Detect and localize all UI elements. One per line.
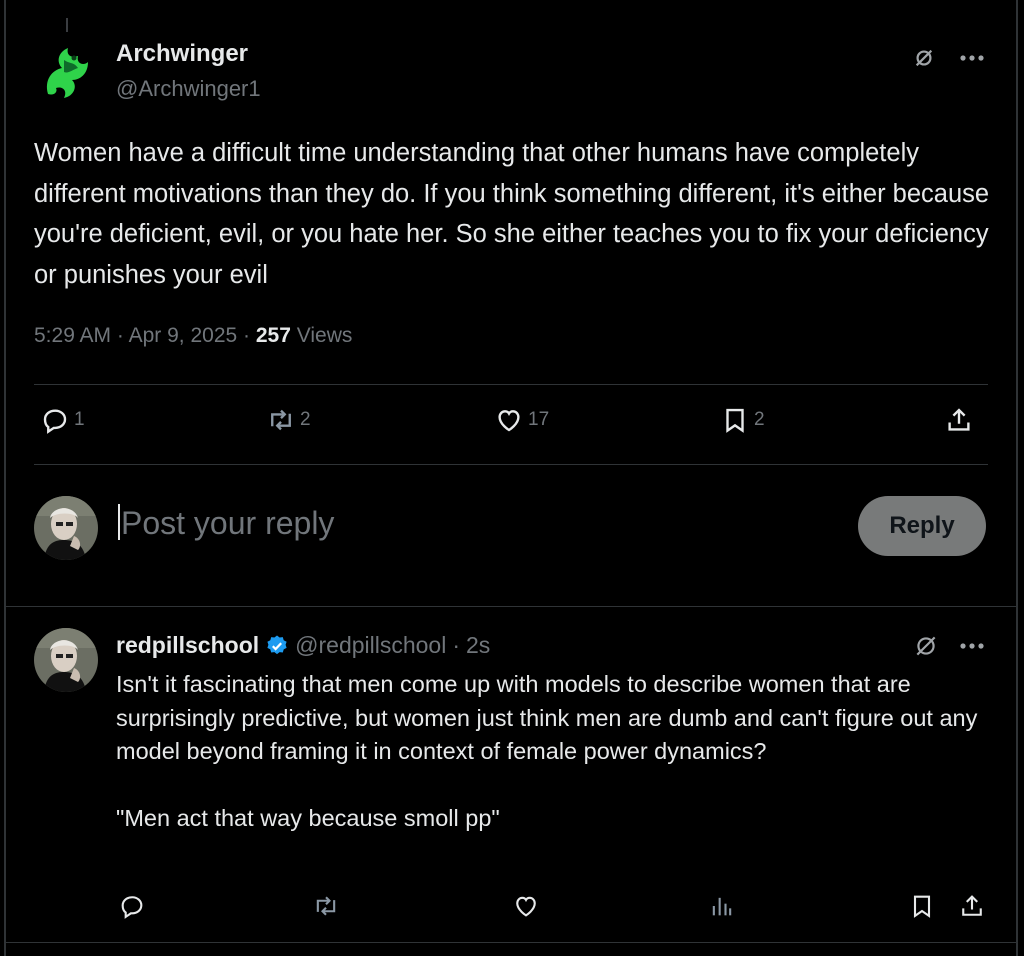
like-count: 17	[528, 409, 550, 430]
reply-share-action[interactable]	[958, 892, 986, 925]
reply-like-action[interactable]	[512, 892, 540, 925]
reply-analytics-action[interactable]	[708, 892, 736, 925]
repost-action[interactable]: 2	[266, 405, 311, 435]
tweet-date[interactable]: Apr 9, 2025	[129, 324, 238, 347]
reply-icon	[121, 896, 143, 919]
bookmark-icon	[726, 408, 744, 433]
reply-input[interactable]: Post your reply	[118, 504, 334, 542]
current-user-avatar[interactable]	[34, 496, 98, 560]
tweet-meta: 5:29 AM · Apr 9, 2025 · 257 Views	[34, 324, 352, 348]
verified-badge-icon	[267, 635, 287, 654]
views-count: 257	[255, 324, 291, 347]
reply-separator: ·	[452, 632, 461, 658]
tweet-text: Women have a difficult time understandin…	[34, 139, 990, 289]
more-icon[interactable]	[958, 632, 986, 660]
reply-action[interactable]: 1	[40, 405, 85, 435]
divider	[6, 942, 1016, 943]
tweet-action-bar: 1 2 17 2	[34, 405, 984, 449]
reply-bookmark-action[interactable]	[908, 892, 936, 925]
reply-text: Isn't it fascinating that men come up wi…	[116, 671, 978, 831]
share-icon	[948, 408, 970, 431]
bookmark-count: 2	[754, 409, 765, 430]
reply-author-handle[interactable]: @redpillschool	[295, 632, 446, 659]
share-icon	[962, 895, 982, 916]
analytics-icon	[712, 897, 732, 916]
views-label: Views	[296, 324, 353, 347]
meta-separator: ·	[243, 324, 251, 347]
reply-button[interactable]: Reply	[858, 496, 986, 556]
bookmark-action[interactable]: 2	[720, 405, 765, 435]
repost-count: 2	[300, 409, 311, 430]
reply-icon	[43, 409, 67, 434]
reply-author-avatar[interactable]	[34, 628, 98, 692]
reply-reply-action[interactable]	[118, 892, 146, 925]
reply-top-actions	[912, 632, 986, 660]
meta-separator: ·	[116, 324, 124, 347]
thread-line	[66, 18, 68, 32]
reply-input-placeholder: Post your reply	[121, 505, 335, 541]
reply-count: 1	[74, 409, 85, 430]
like-action[interactable]: 17	[494, 405, 549, 435]
reply-header: redpillschool @redpillschool · 2s	[116, 632, 490, 659]
author-avatar[interactable]	[34, 40, 98, 104]
more-icon[interactable]	[958, 44, 986, 72]
divider	[34, 384, 988, 385]
right-border	[1016, 0, 1018, 956]
bookmark-icon	[913, 895, 931, 918]
reply-age[interactable]: 2s	[466, 632, 490, 659]
repost-icon	[271, 409, 291, 431]
reply-action-bar	[116, 892, 986, 922]
grok-icon[interactable]	[910, 44, 938, 72]
author-handle[interactable]: @Archwinger1	[116, 76, 261, 102]
text-caret	[118, 504, 120, 540]
tweet-time[interactable]: 5:29 AM	[34, 324, 111, 347]
author-name[interactable]: Archwinger	[116, 40, 248, 68]
like-icon	[516, 896, 536, 917]
grok-icon[interactable]	[912, 632, 940, 660]
like-icon	[498, 410, 520, 432]
left-border	[4, 0, 6, 956]
share-action[interactable]	[944, 405, 974, 435]
divider	[34, 464, 988, 465]
reply-author-name[interactable]: redpillschool	[116, 632, 259, 659]
divider	[6, 606, 1016, 607]
repost-icon	[316, 896, 336, 916]
tweet-top-actions	[910, 44, 986, 72]
reply-repost-action[interactable]	[312, 892, 340, 925]
